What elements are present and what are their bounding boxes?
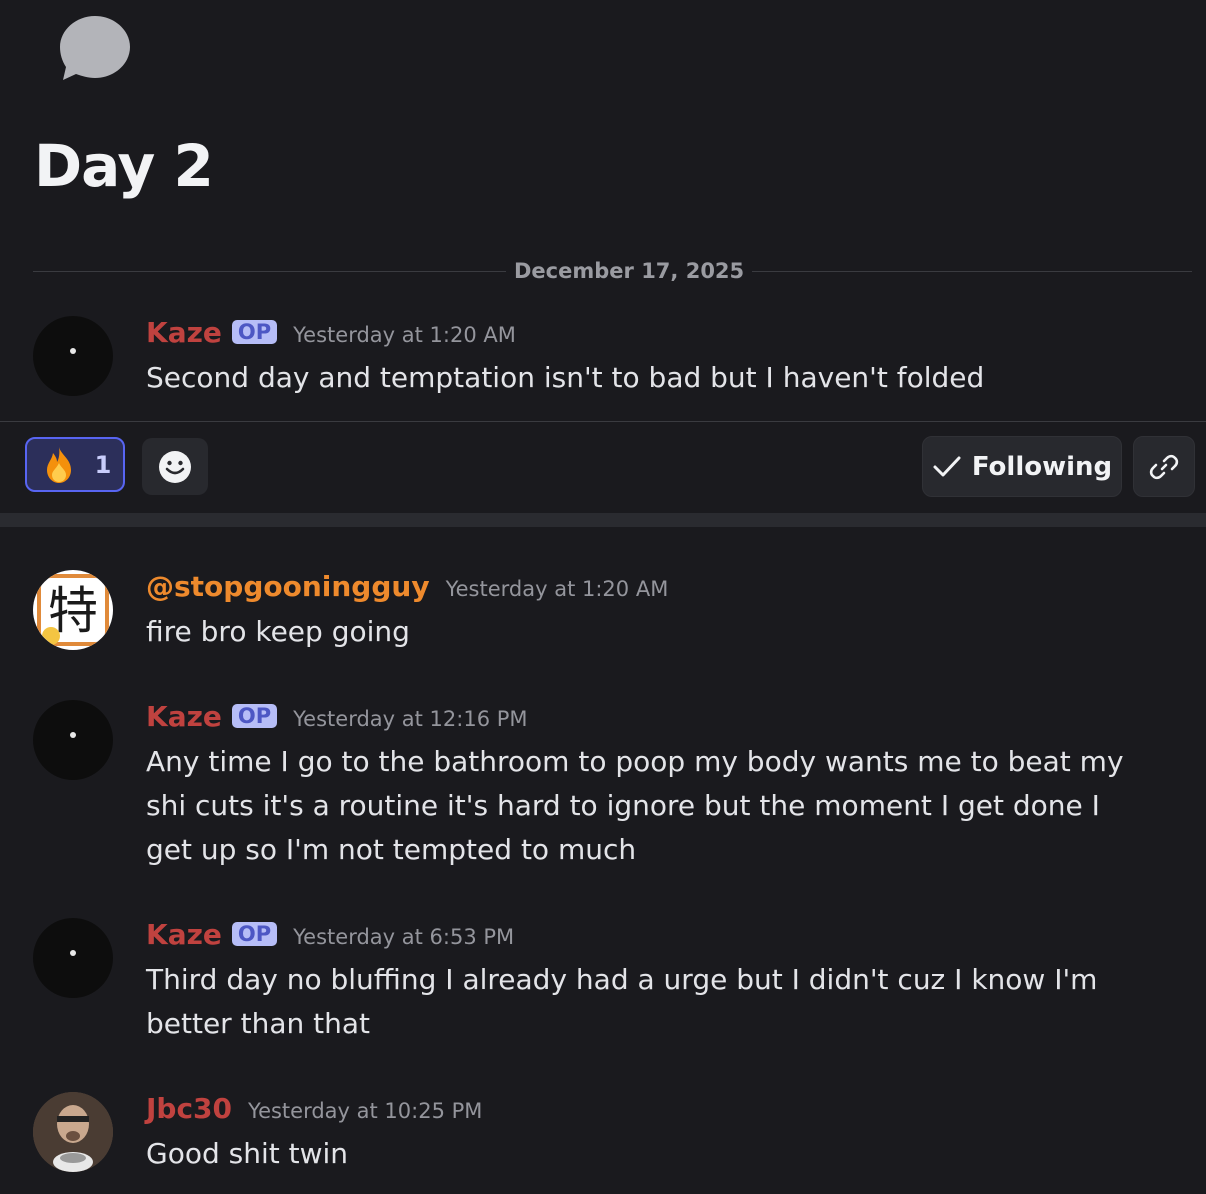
separator bbox=[0, 421, 1206, 422]
username[interactable]: Kaze bbox=[146, 700, 222, 733]
op-badge: OP bbox=[231, 704, 278, 728]
fire-emoji-icon bbox=[46, 446, 71, 483]
smile-icon bbox=[159, 450, 191, 483]
timestamp: Yesterday at 1:20 AM bbox=[445, 577, 669, 601]
message-text: Second day and temptation isn't to bad b… bbox=[146, 361, 985, 394]
checkmark-icon bbox=[933, 456, 961, 476]
avatar[interactable]: 特 bbox=[33, 570, 113, 650]
timestamp: Yesterday at 10:25 PM bbox=[248, 1099, 483, 1123]
message-text: Third day no bluffing I already had a ur… bbox=[146, 963, 1098, 1040]
copy-link-button[interactable] bbox=[1133, 436, 1195, 497]
thread-title: Day 2 bbox=[34, 132, 214, 200]
username[interactable]: Kaze bbox=[146, 316, 222, 349]
reaction-count: 1 bbox=[94, 450, 112, 479]
avatar[interactable] bbox=[33, 918, 113, 998]
timestamp: Yesterday at 6:53 PM bbox=[293, 925, 515, 949]
speech-bubble-icon bbox=[60, 16, 130, 80]
following-button[interactable]: Following bbox=[922, 436, 1122, 497]
following-label: Following bbox=[971, 451, 1113, 482]
link-icon bbox=[1149, 454, 1179, 479]
avatar[interactable] bbox=[33, 1092, 113, 1172]
date-divider: December 17, 2025 bbox=[506, 259, 753, 283]
fire-reaction-button[interactable]: 1 bbox=[25, 437, 125, 492]
message-text: Good shit twin bbox=[146, 1137, 349, 1170]
add-reaction-button[interactable] bbox=[142, 438, 208, 495]
op-badge: OP bbox=[231, 922, 278, 946]
avatar[interactable] bbox=[33, 316, 113, 396]
section-band bbox=[0, 513, 1206, 527]
avatar[interactable] bbox=[33, 700, 113, 780]
timestamp: Yesterday at 1:20 AM bbox=[293, 323, 516, 347]
message-text: Any time I go to the bathroom to poop my… bbox=[146, 745, 1124, 866]
message-text: fire bro keep going bbox=[146, 615, 410, 648]
username[interactable]: Kaze bbox=[146, 918, 222, 951]
op-badge: OP bbox=[231, 320, 278, 344]
username[interactable]: Jbc30 bbox=[146, 1092, 232, 1125]
timestamp: Yesterday at 12:16 PM bbox=[293, 707, 528, 731]
username[interactable]: @stopgooningguy bbox=[146, 570, 430, 603]
